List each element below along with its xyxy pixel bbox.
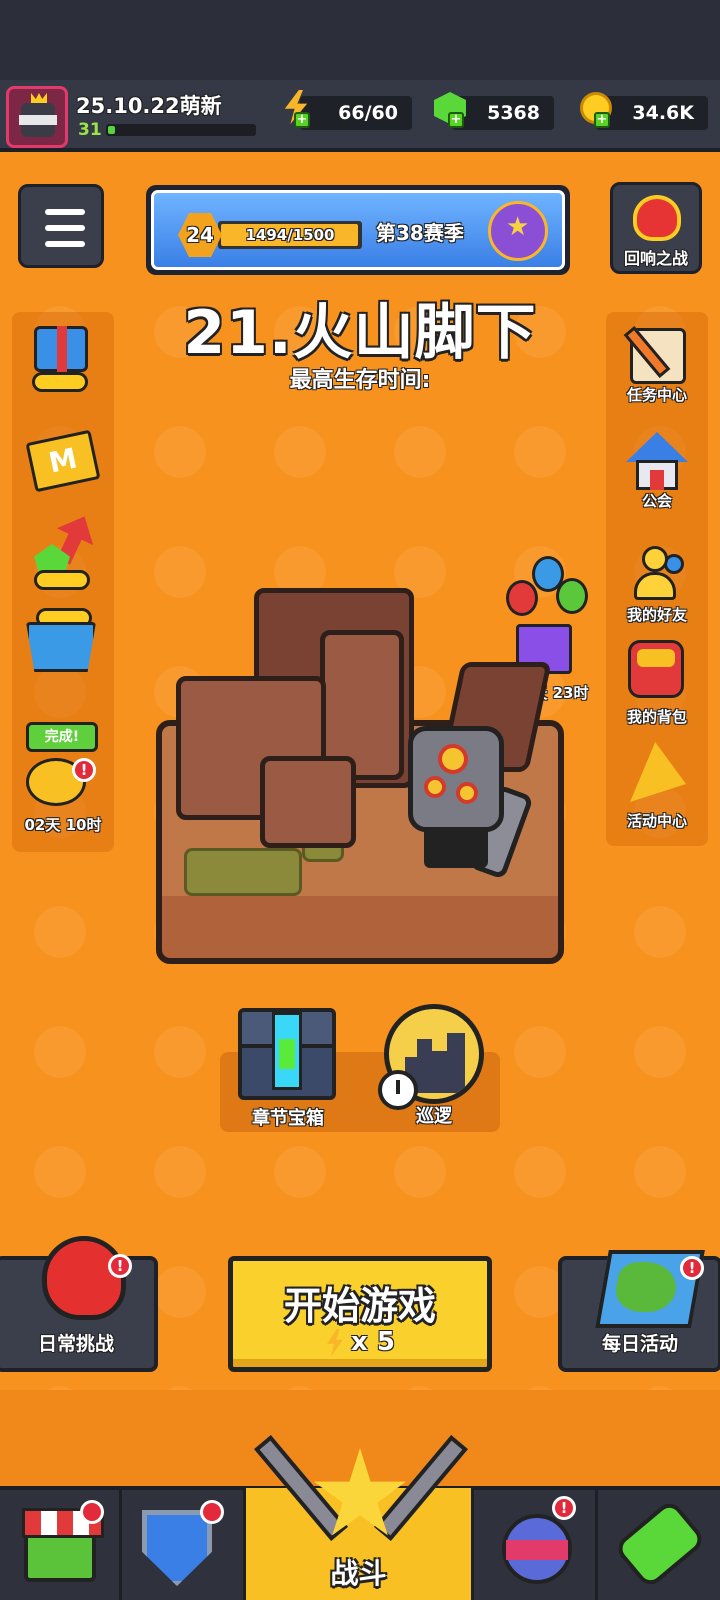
grass-patch (184, 848, 302, 896)
notification-badge: ! (680, 1256, 704, 1280)
backpack-icon (628, 640, 684, 698)
nav-tab-battle[interactable]: 战斗 (246, 1434, 474, 1600)
shop-icon (22, 1508, 104, 1582)
xp-bar (106, 124, 256, 136)
boxing-glove-icon (42, 1236, 126, 1320)
patrol-label: 巡逻 (416, 1106, 452, 1127)
party-popper-icon (630, 742, 686, 802)
echo-battle-label: 回响之战 (623, 249, 688, 268)
avatar-headband (19, 115, 57, 125)
rock-formation (260, 756, 356, 848)
demon-icon (633, 195, 681, 241)
friends-label: 我的好友 (626, 606, 687, 624)
notification-badge (80, 1500, 104, 1524)
guild-button[interactable]: 公会 (606, 432, 708, 511)
piggy-timer: 02天 10时 (24, 816, 102, 834)
daily-event-label: 每日活动 (601, 1333, 678, 1355)
energy-plus-icon[interactable]: + (294, 112, 310, 128)
balloon-icon (506, 580, 538, 616)
shop-cart-button[interactable] (22, 606, 106, 686)
menu-button[interactable] (18, 184, 104, 268)
shopping-cart-icon (26, 622, 96, 672)
menu-line (45, 225, 85, 231)
daily-challenge-button[interactable]: ! 日常挑战 (0, 1236, 158, 1372)
gift-pack-button[interactable] (24, 320, 104, 400)
energy-icon (327, 1328, 344, 1357)
event-center-label: 活动中心 (626, 812, 687, 830)
backpack-label: 我的背包 (626, 708, 687, 726)
guild-house-icon (626, 432, 688, 490)
monthly-card-button[interactable]: M (24, 428, 104, 498)
season-progress-text: 1494/1500 (245, 226, 335, 244)
quest-center-label: 任务中心 (626, 386, 687, 404)
player-avatar[interactable] (6, 86, 68, 148)
nav-tab-evolution[interactable] (598, 1490, 720, 1600)
coins-icon (34, 570, 90, 590)
season-panel: 1494/1500 24 第38赛季 (151, 190, 565, 270)
coin-plus-icon[interactable]: + (594, 112, 610, 128)
friends-icon (624, 546, 688, 602)
daily-event-button[interactable]: ! 每日活动 (558, 1250, 720, 1372)
resource-bar: 25.10.22萌新 31 66/60 + 5368 + 34.6K + (0, 80, 720, 152)
gift-box-icon (34, 326, 88, 372)
gem-value: 5368 (487, 102, 540, 124)
friends-button[interactable]: 我的好友 (606, 546, 708, 625)
gem-icon: + (432, 90, 468, 130)
event-center-button[interactable]: 活动中心 (606, 740, 708, 831)
start-game-title: 开始游戏 (283, 1284, 436, 1328)
monthly-card-icon: M (25, 429, 101, 493)
season-level-badge: 24 (178, 213, 222, 257)
notification-badge (200, 1500, 224, 1524)
piggy-done-bubble: 完成! (26, 722, 98, 752)
growth-fund-button[interactable] (24, 512, 104, 592)
backpack-button[interactable]: 我的背包 (606, 640, 708, 727)
energy-counter[interactable]: 66/60 (300, 96, 412, 130)
shield-icon (142, 1510, 212, 1586)
nav-tab-shop[interactable] (0, 1490, 122, 1600)
piggy-bank-button[interactable]: 完成! ! 02天 10时 (14, 718, 112, 838)
echo-battle-button[interactable]: 回响之战 (610, 182, 702, 274)
status-bar (0, 0, 720, 80)
orb-icon (502, 1514, 572, 1584)
coins-icon (32, 372, 88, 392)
player-level: 31 (78, 120, 102, 140)
notification-badge: ! (72, 758, 96, 782)
daily-challenge-label: 日常挑战 (37, 1333, 114, 1355)
chapter-chest-label: 章节宝箱 (252, 1108, 324, 1129)
quest-center-button[interactable]: 任务中心 (606, 326, 708, 405)
season-rank-icon (488, 201, 548, 261)
guild-label: 公会 (641, 492, 672, 510)
balloon-icon (556, 578, 588, 614)
notification-badge: ! (552, 1496, 576, 1520)
nav-tab-equipment[interactable] (122, 1490, 246, 1600)
season-name: 第38赛季 (376, 221, 464, 245)
gem-plus-icon[interactable]: + (448, 112, 464, 128)
start-game-cost: x 5 (233, 1327, 487, 1357)
energy-value: 66/60 (338, 102, 398, 124)
chapter-chest-button[interactable] (238, 1008, 336, 1100)
dna-capsule-icon (612, 1498, 708, 1590)
stone-golem-boss (398, 716, 534, 902)
energy-icon: + (278, 90, 314, 130)
start-game-button[interactable]: 开始游戏 x 5 (228, 1256, 492, 1372)
notification-badge: ! (108, 1254, 132, 1278)
player-name: 25.10.22萌新 (76, 94, 222, 118)
bottom-navigation: 战斗 ! (0, 1434, 720, 1600)
menu-line (45, 209, 85, 215)
xp-fill (108, 126, 116, 134)
menu-line (45, 241, 85, 247)
coin-icon: + (578, 90, 614, 130)
crown-icon (31, 93, 47, 103)
nav-tab-gacha[interactable]: ! (474, 1490, 598, 1600)
start-game-cost-value: x 5 (351, 1327, 395, 1357)
season-pass-banner[interactable]: 1494/1500 24 第38赛季 (146, 185, 570, 275)
coin-value: 34.6K (632, 102, 694, 124)
nav-battle-label: 战斗 (330, 1557, 387, 1590)
